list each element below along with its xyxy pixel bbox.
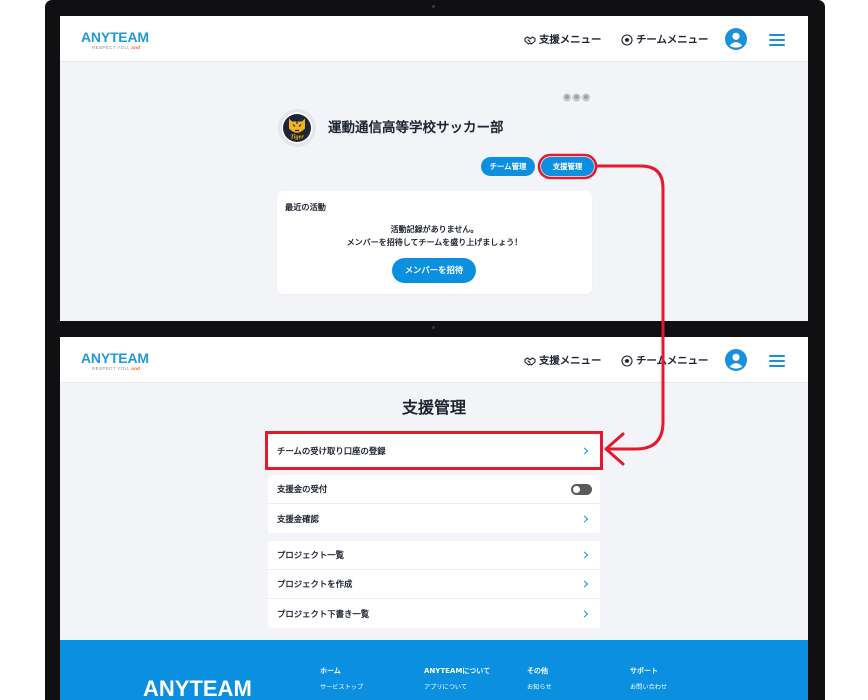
hamburger-bar <box>769 365 785 367</box>
footer-column-home: ホーム サービストップ <box>320 666 363 692</box>
user-avatar-icon[interactable] <box>725 28 747 50</box>
tagline-accent: and <box>131 366 141 371</box>
row-label: 支援金確認 <box>277 513 319 524</box>
team-menu-link[interactable]: チームメニュー <box>621 354 708 368</box>
monitor-frame-bottom: ANYTEAM RESPECT YOU, and 支援メニュー チームメニュー … <box>45 321 825 700</box>
row-accept-support-funds: 支援金の受付 <box>268 475 600 504</box>
row-create-project[interactable]: プロジェクトを作成 <box>268 570 600 599</box>
empty-activity-message: 活動記録がありません。 <box>390 225 479 234</box>
footer-heading: ホーム <box>320 667 341 675</box>
logo-tagline: RESPECT YOU, and <box>92 366 140 371</box>
row-project-drafts[interactable]: プロジェクト下書き一覧 <box>268 599 600 628</box>
footer-link[interactable]: サービストップ <box>320 684 363 692</box>
row-project-list[interactable]: プロジェクト一覧 <box>268 541 600 570</box>
toggle-knob <box>573 486 580 493</box>
team-name: 運動通信高等学校サッカー部 <box>328 120 504 136</box>
monitor-frame-top: ANYTEAM RESPECT YOU, and 支援メニュー チームメニュー <box>45 0 825 328</box>
team-menu-link[interactable]: チームメニュー <box>621 33 708 47</box>
tagline-text: RESPECT YOU, <box>92 45 130 50</box>
chevron-right-icon <box>580 609 589 618</box>
settings-group-account: チームの受け取り口座の登録 <box>268 434 600 467</box>
row-label: 支援金の受付 <box>277 484 328 494</box>
settings-group-support-funds: 支援金の受付 支援金確認 <box>268 475 600 533</box>
team-page-screen: ANYTEAM RESPECT YOU, and 支援メニュー チームメニュー <box>60 16 808 321</box>
support-management-screen: ANYTEAM RESPECT YOU, and 支援メニュー チームメニュー … <box>60 337 808 700</box>
footer-link[interactable]: お問い合わせ <box>630 684 667 692</box>
footer-column-other: その他 お知らせ <box>527 666 552 692</box>
invite-prompt: メンバーを招待してチームを盛り上げましょう！ <box>346 238 523 247</box>
accept-support-toggle[interactable] <box>571 484 592 495</box>
team-logo-tiger: Tiger <box>278 109 316 147</box>
logo-text: ANYTEAM <box>81 350 149 366</box>
handshake-icon <box>524 35 536 45</box>
soccer-ball-icon <box>621 355 633 367</box>
invite-members-button[interactable]: メンバーを招待 <box>392 258 476 283</box>
recent-activity-card: 最近の活動 活動記録がありません。 メンバーを招待してチームを盛り上げましょう！… <box>277 191 592 294</box>
support-menu-link[interactable]: 支援メニュー <box>524 354 601 368</box>
hamburger-menu-icon[interactable] <box>769 34 785 46</box>
team-menu-label: チームメニュー <box>636 34 709 46</box>
footer-heading: ANYTEAMについて <box>424 667 491 675</box>
handshake-icon <box>524 356 536 366</box>
site-header: ANYTEAM RESPECT YOU, and 支援メニュー チームメニュー <box>60 16 808 62</box>
hamburger-bar <box>769 355 785 357</box>
anyteam-logo[interactable]: ANYTEAM RESPECT YOU, and <box>81 30 161 50</box>
tagline-text: RESPECT YOU, <box>92 366 130 371</box>
hamburger-menu-icon[interactable] <box>769 355 785 367</box>
chevron-right-icon <box>580 514 589 523</box>
site-header: ANYTEAM RESPECT YOU, and 支援メニュー チームメニュー <box>60 337 808 383</box>
footer-link[interactable]: アプリについて <box>424 684 490 692</box>
site-footer: ANYTEAM ホーム サービストップ ANYTEAMについて アプリについて … <box>60 640 808 700</box>
row-confirm-support-funds[interactable]: 支援金確認 <box>268 504 600 533</box>
team-menu-label: チームメニュー <box>636 355 709 367</box>
camera-dot <box>432 326 435 329</box>
team-manage-button[interactable]: チーム管理 <box>481 157 535 176</box>
anyteam-logo[interactable]: ANYTEAM RESPECT YOU, and <box>81 351 161 371</box>
hamburger-bar <box>769 39 785 41</box>
settings-group-projects: プロジェクト一覧 プロジェクトを作成 プロジェクト下書き一覧 <box>268 541 600 628</box>
support-menu-link[interactable]: 支援メニュー <box>524 33 601 47</box>
chevron-right-icon <box>580 551 589 559</box>
chevron-right-icon <box>580 446 589 455</box>
row-label: プロジェクトを作成 <box>277 579 353 589</box>
row-label: チームの受け取り口座の登録 <box>277 445 386 456</box>
logo-text: ANYTEAM <box>81 29 149 45</box>
member-badges-icon <box>562 92 592 103</box>
team-logo-text: Tiger <box>290 134 304 141</box>
support-menu-label: 支援メニュー <box>539 34 602 46</box>
recent-activity-title: 最近の活動 <box>285 202 326 212</box>
footer-heading: サポート <box>630 667 658 675</box>
user-avatar-icon[interactable] <box>725 349 747 371</box>
camera-dot <box>432 5 435 8</box>
footer-logo[interactable]: ANYTEAM <box>143 678 252 700</box>
support-menu-label: 支援メニュー <box>539 355 602 367</box>
logo-tagline: RESPECT YOU, and <box>92 45 140 50</box>
footer-column-about: ANYTEAMについて アプリについて <box>424 666 490 692</box>
row-label: プロジェクト一覧 <box>277 550 344 560</box>
tagline-accent: and <box>131 45 141 50</box>
soccer-ball-icon <box>621 34 633 46</box>
support-manage-button[interactable]: 支援管理 <box>541 157 594 176</box>
row-label: プロジェクト下書き一覧 <box>277 608 370 619</box>
hamburger-bar <box>769 34 785 36</box>
footer-column-support: サポート お問い合わせ <box>630 666 667 692</box>
row-register-receiving-account[interactable]: チームの受け取り口座の登録 <box>268 434 600 467</box>
hamburger-bar <box>769 44 785 46</box>
footer-heading: その他 <box>527 667 548 675</box>
hamburger-bar <box>769 360 785 362</box>
chevron-right-icon <box>580 580 589 588</box>
footer-link[interactable]: お知らせ <box>527 684 552 692</box>
page-title: 支援管理 <box>401 398 466 417</box>
